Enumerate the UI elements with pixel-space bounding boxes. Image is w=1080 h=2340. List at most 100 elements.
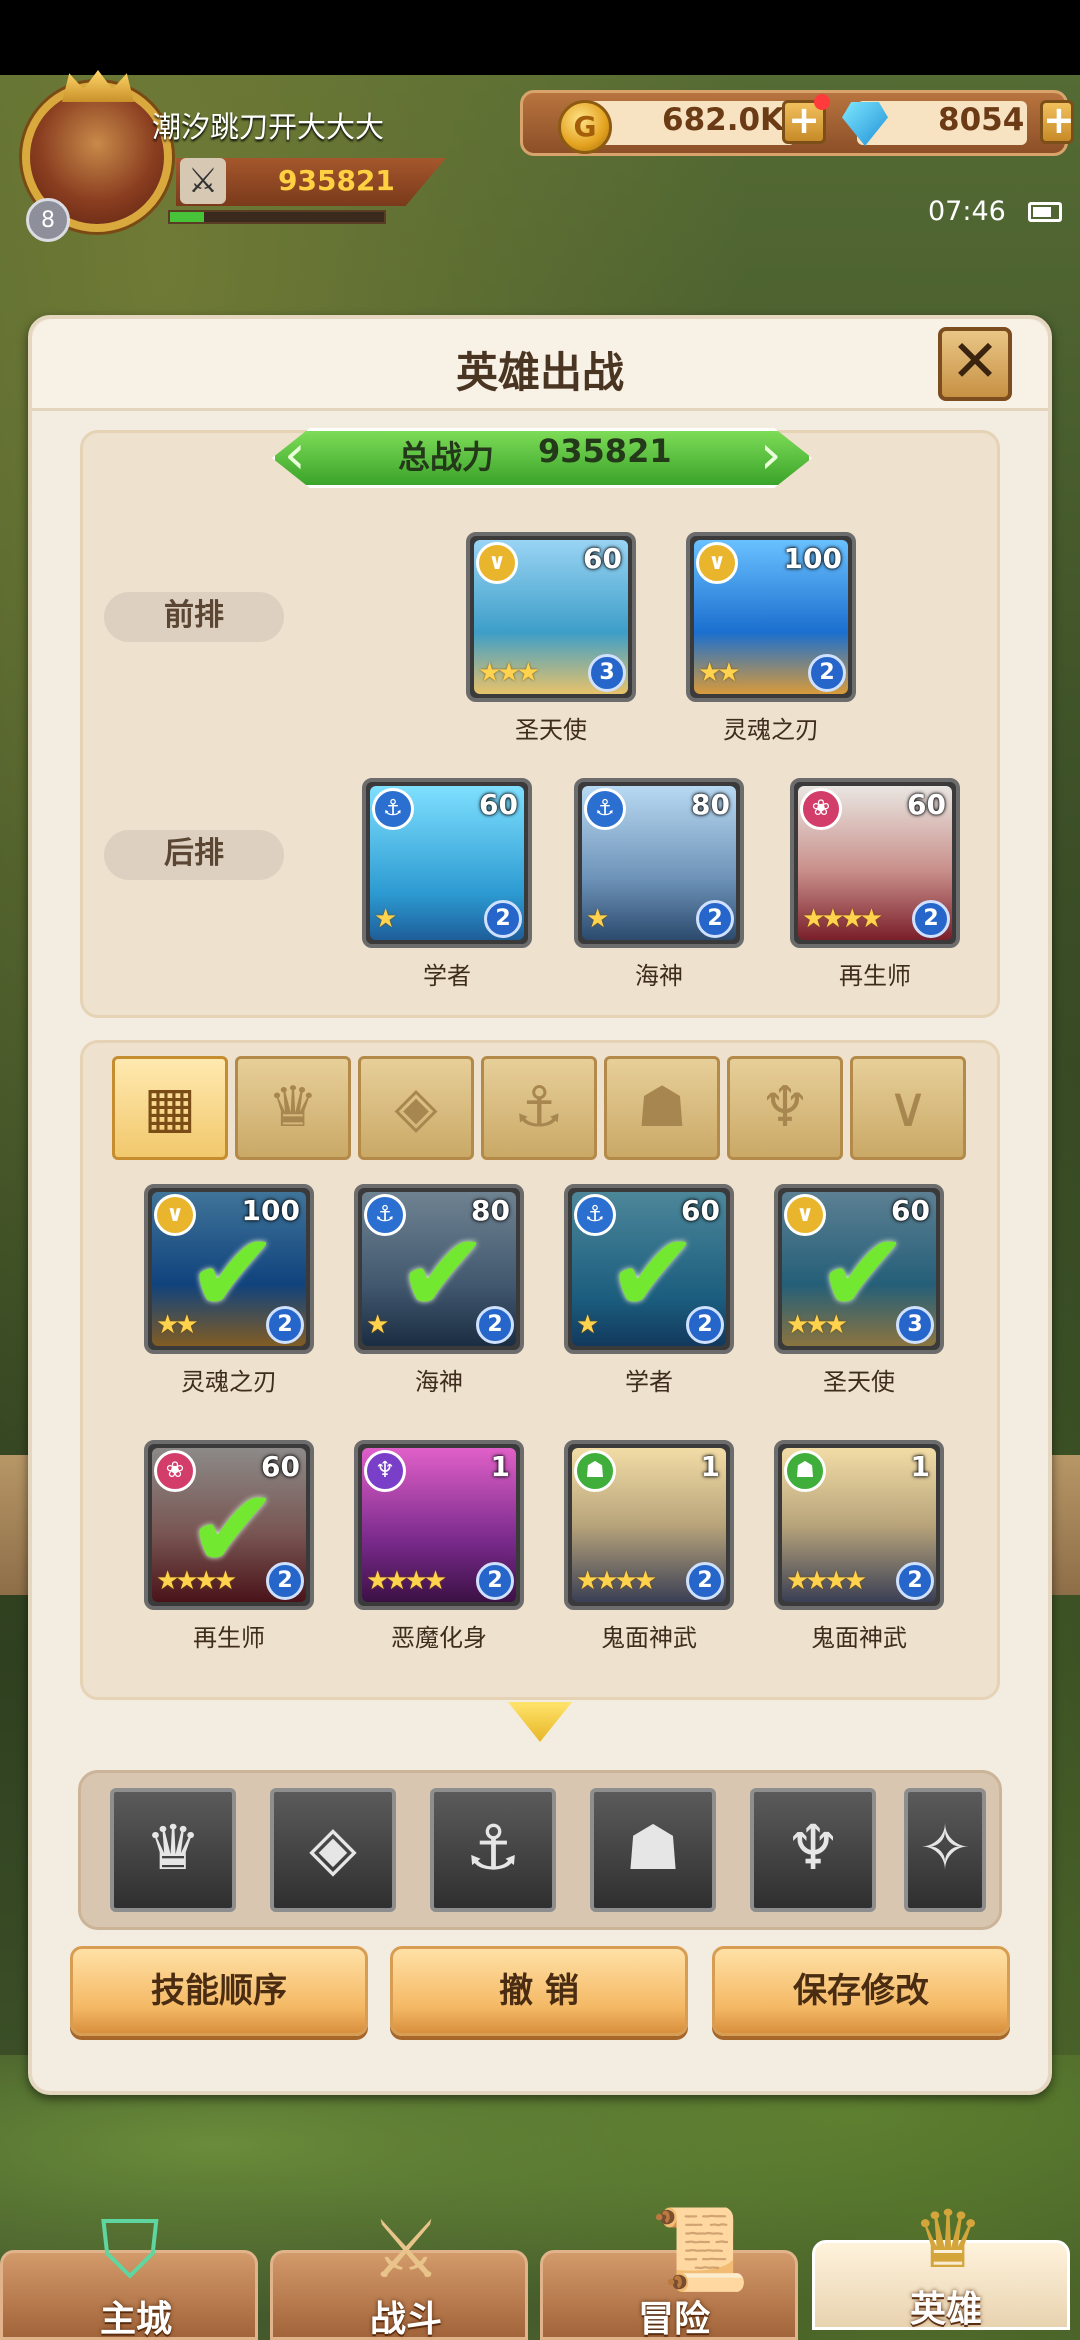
horns-filter-icon[interactable]: ♆ xyxy=(727,1056,843,1160)
faction-icon: ♆ xyxy=(364,1450,406,1492)
player-power: 935821 xyxy=(278,164,395,197)
hero-portrait[interactable]: ⚓ 60 ★ 2 ✔ xyxy=(564,1184,734,1354)
selected-check-icon: ✔ xyxy=(186,1465,280,1593)
hero-name: 恶魔化身 xyxy=(391,1624,487,1652)
notification-dot xyxy=(814,94,830,110)
hero-portrait[interactable]: ⚓ 60 ★ 2 xyxy=(362,778,532,948)
crown-slot-icon[interactable]: ♛ xyxy=(110,1788,236,1912)
faction-icon: ☗ xyxy=(574,1450,616,1492)
beast-slot-icon[interactable]: ☗ xyxy=(590,1788,716,1912)
hero-portrait[interactable]: ☗ 1 ★★★★ 2 xyxy=(774,1440,944,1610)
undo-button[interactable]: 撤 销 xyxy=(390,1946,688,2036)
tab-hero-label: 英雄 xyxy=(909,2289,982,2330)
hero-portrait[interactable]: ⚓ 80 ★ 2 ✔ xyxy=(354,1184,524,1354)
hero-stars: ★ xyxy=(366,1310,389,1340)
hero-name: 学者 xyxy=(423,962,471,990)
skill-order-button[interactable]: 技能顺序 xyxy=(70,1946,368,2036)
hero-portrait[interactable]: ❀ 60 ★★★★ 2 ✔ xyxy=(144,1440,314,1610)
hero-portrait[interactable]: ♆ 1 ★★★★ 2 xyxy=(354,1440,524,1610)
hero-name: 海神 xyxy=(415,1368,463,1396)
hero-portrait[interactable]: ❀ 60 ★★★★ 2 xyxy=(790,778,960,948)
close-button[interactable]: ✕ xyxy=(938,327,1012,401)
hero-rank-badge: 2 xyxy=(912,900,950,938)
exp-fill xyxy=(170,212,205,222)
gold-amount: 682.0K xyxy=(662,102,785,138)
faction-icon: ☗ xyxy=(784,1450,826,1492)
back-row-label: 后排 xyxy=(104,830,284,880)
hero-name: 灵魂之刃 xyxy=(723,716,819,744)
horns-slot-icon[interactable]: ♆ xyxy=(750,1788,876,1912)
panel-header: 英雄出战 ✕ xyxy=(32,319,1048,411)
hero-portrait[interactable]: ∨ 60 ★★★ 3 ✔ xyxy=(774,1184,944,1354)
tab-city-label: 主城 xyxy=(99,2299,172,2340)
add-gem-button[interactable]: + xyxy=(1040,100,1075,144)
hero-portrait[interactable]: ☗ 1 ★★★★ 2 xyxy=(564,1440,734,1610)
hero-stars: ★★★ xyxy=(478,658,540,688)
hero-rank-badge: 2 xyxy=(808,654,846,692)
save-changes-button[interactable]: 保存修改 xyxy=(712,1946,1010,2036)
vip-level-badge: 8 xyxy=(26,198,70,242)
hero-rank-badge: 3 xyxy=(588,654,626,692)
wing-filter-icon[interactable]: ∨ xyxy=(850,1056,966,1160)
hero-stars: ★★★★ xyxy=(786,1566,867,1596)
hero-stars: ★★ xyxy=(698,658,741,688)
faction-icon: ⚓ xyxy=(584,788,626,830)
beast-filter-icon[interactable]: ☗ xyxy=(604,1056,720,1160)
bottom-nav: ⛉ ⚔ 📜 ♛ 主城 战斗 冒险 英雄 xyxy=(0,2190,1080,2340)
hero-stars: ★ xyxy=(586,904,609,934)
hero-level: 1 xyxy=(490,1450,510,1483)
hero-rank-badge: 2 xyxy=(484,900,522,938)
anchor-filter-icon[interactable]: ⚓ xyxy=(481,1056,597,1160)
grid-filter-icon[interactable]: ▦ xyxy=(112,1056,228,1160)
wing-slot-icon[interactable]: ✧ xyxy=(904,1788,986,1912)
diamond-slot-icon[interactable]: ◈ xyxy=(270,1788,396,1912)
faction-icon: ❀ xyxy=(800,788,842,830)
hero-name: 学者 xyxy=(625,1368,673,1396)
hero-name: 海神 xyxy=(635,962,683,990)
hero-portrait[interactable]: ⚓ 80 ★ 2 xyxy=(574,778,744,948)
hero-portrait[interactable]: ∨ 60 ★★★ 3 xyxy=(466,532,636,702)
hero-stars: ★ xyxy=(576,1310,599,1340)
selected-check-icon: ✔ xyxy=(186,1209,280,1337)
hero-level: 1 xyxy=(910,1450,930,1483)
faction-icon: ⚓ xyxy=(372,788,414,830)
hero-stars: ★★★★ xyxy=(576,1566,657,1596)
player-info[interactable]: 8 潮汐跳刀开大大大 ⚔ 935821 xyxy=(0,70,460,242)
selected-check-icon: ✔ xyxy=(816,1209,910,1337)
hero-level: 60 xyxy=(479,788,518,821)
tab-adventure-label: 冒险 xyxy=(637,2299,710,2340)
exp-bar xyxy=(168,210,386,224)
hero-name: 再生师 xyxy=(193,1624,265,1652)
battery-icon xyxy=(1028,202,1062,222)
gem-amount: 8054 xyxy=(938,102,1025,138)
hero-stars: ★★★★ xyxy=(802,904,883,934)
total-power-value: 935821 xyxy=(538,432,672,470)
hero-level: 80 xyxy=(691,788,730,821)
hero-name: 鬼面神武 xyxy=(601,1624,697,1652)
hero-stars: ★ xyxy=(374,904,397,934)
hero-name: 鬼面神武 xyxy=(811,1624,907,1652)
hero-name: 圣天使 xyxy=(515,716,587,744)
hero-portrait[interactable]: ∨ 100 ★★ 2 xyxy=(686,532,856,702)
panel-title: 英雄出战 xyxy=(455,348,624,397)
hero-portrait[interactable]: ∨ 100 ★★ 2 ✔ xyxy=(144,1184,314,1354)
front-row-label: 前排 xyxy=(104,592,284,642)
hero-rank-badge: 2 xyxy=(696,900,734,938)
diamond-filter-icon[interactable]: ◈ xyxy=(358,1056,474,1160)
anchor-slot-icon[interactable]: ⚓ xyxy=(430,1788,556,1912)
hero-level: 1 xyxy=(700,1450,720,1483)
crown-icon xyxy=(62,70,134,102)
faction-icon: ∨ xyxy=(476,542,518,584)
selected-check-icon: ✔ xyxy=(606,1209,700,1337)
hero-name: 圣天使 xyxy=(823,1368,895,1396)
crown-filter-icon[interactable]: ♛ xyxy=(235,1056,351,1160)
hero-level: 60 xyxy=(583,542,622,575)
tab-battle-label: 战斗 xyxy=(369,2299,442,2340)
hero-rank-badge: 2 xyxy=(896,1562,934,1600)
hero-stars: ★★★★ xyxy=(366,1566,447,1596)
total-power-label: 总战力 xyxy=(398,438,495,476)
hero-name: 再生师 xyxy=(839,962,911,990)
gold-coin-icon: G xyxy=(558,100,612,154)
selected-check-icon: ✔ xyxy=(396,1209,490,1337)
hero-rank-badge: 2 xyxy=(686,1562,724,1600)
